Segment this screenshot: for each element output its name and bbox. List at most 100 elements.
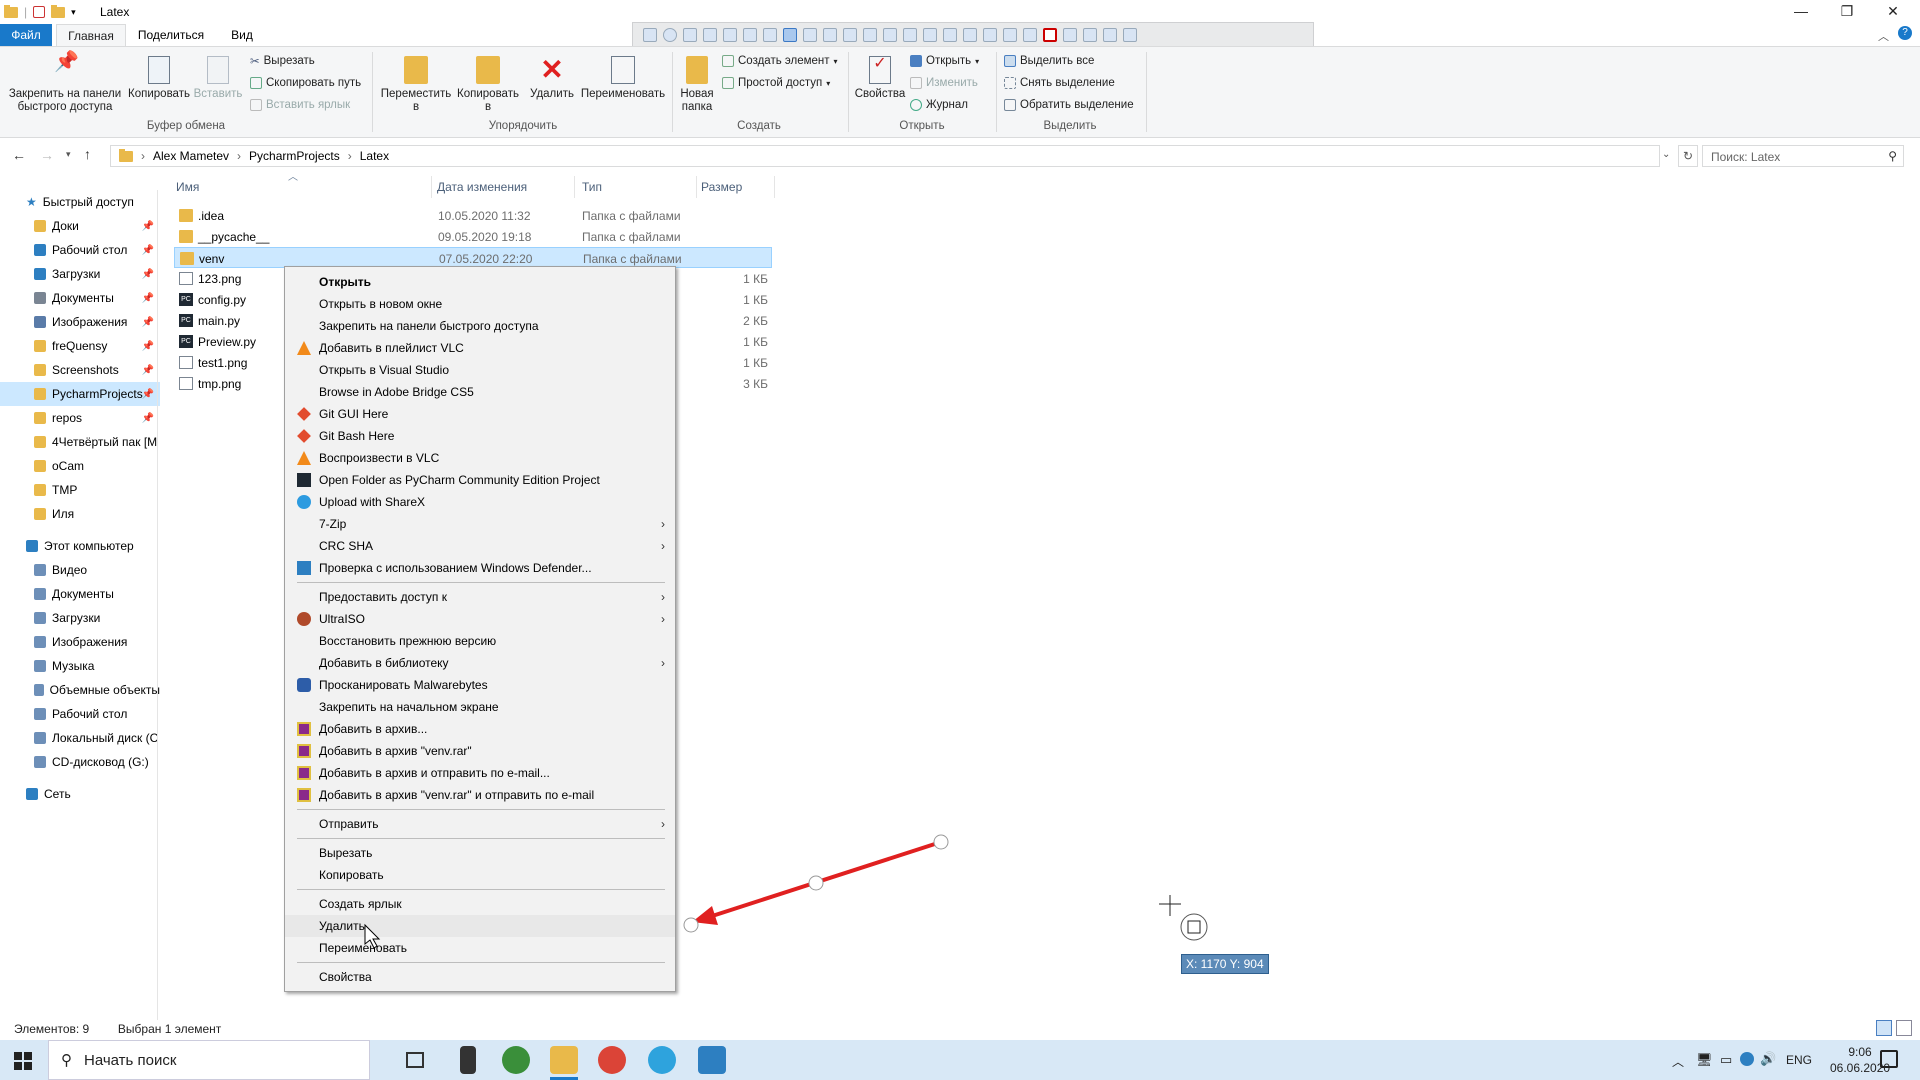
chrome-icon[interactable] (598, 1046, 626, 1074)
nav-item-recent[interactable]: 4Четвёртый пак [M (0, 430, 160, 454)
forward-icon[interactable]: → (40, 147, 54, 163)
options-icon[interactable] (1103, 28, 1117, 42)
menu-item[interactable]: Upload with ShareX (285, 491, 675, 513)
nav-network[interactable]: Сеть (0, 782, 160, 806)
properties-icon[interactable] (33, 6, 46, 18)
open-button[interactable]: Открыть ▾ (910, 52, 979, 70)
column-header-name[interactable]: Имя (176, 176, 426, 198)
paste-button[interactable]: Вставить (192, 56, 244, 101)
menu-item[interactable]: Добавить в библиотеку › (285, 652, 675, 674)
tab-file[interactable]: Файл (0, 24, 52, 46)
highlight-icon[interactable] (1023, 28, 1037, 42)
menu-item[interactable]: Добавить в архив "venv.rar" и отправить … (285, 784, 675, 806)
menu-item[interactable]: Закрепить на панели быстрого доступа (285, 315, 675, 337)
new-folder-icon[interactable] (51, 4, 66, 18)
tab-share[interactable]: Поделиться (130, 24, 212, 46)
pixelate-icon[interactable] (1003, 28, 1017, 42)
menu-item[interactable]: Просканировать Malwarebytes (285, 674, 675, 696)
shape-icon[interactable] (723, 28, 737, 42)
nav-item-pinned[interactable]: freQuensy 📌 (0, 334, 160, 358)
settings-icon[interactable] (1123, 28, 1137, 42)
menu-item[interactable]: Открыть (285, 271, 675, 293)
tab-view[interactable]: Вид (218, 24, 266, 46)
column-divider[interactable] (696, 176, 697, 198)
rectangle-tool-icon[interactable] (643, 28, 657, 42)
easy-access-button[interactable]: Простой доступ ▾ (722, 74, 830, 92)
menu-item[interactable]: UltraISO › (285, 608, 675, 630)
search-input[interactable]: Поиск: Latex ⚲ (1702, 145, 1904, 167)
menu-item[interactable]: Отправить › (285, 813, 675, 835)
file-explorer-icon[interactable] (550, 1046, 578, 1074)
border-color-icon[interactable] (1043, 28, 1057, 42)
breadcrumb-pycharm[interactable]: PycharmProjects (249, 149, 340, 163)
blur-icon[interactable] (983, 28, 997, 42)
nav-item-pinned[interactable]: Screenshots 📌 (0, 358, 160, 382)
move-to-button[interactable]: Переместить в (378, 56, 454, 114)
menu-item[interactable]: Browse in Adobe Bridge CS5 (285, 381, 675, 403)
menu-item[interactable]: Восстановить прежнюю версию (285, 630, 675, 652)
nav-item-pinned[interactable]: Загрузки 📌 (0, 262, 160, 286)
close-button[interactable]: ✕ (1870, 0, 1916, 24)
nav-item-pinned[interactable]: Рабочий стол 📌 (0, 238, 160, 262)
phone-app-icon[interactable] (460, 1046, 476, 1074)
nav-item-pc[interactable]: Локальный диск (C (0, 726, 160, 750)
telegram-icon[interactable] (648, 1046, 676, 1074)
delete-button[interactable]: ✕ Удалить (524, 56, 580, 101)
help-icon[interactable]: ? (1898, 26, 1912, 40)
nav-item-pc[interactable]: Музыка (0, 654, 160, 678)
address-dropdown-icon[interactable]: ⌄ (1662, 149, 1670, 160)
menu-item[interactable]: Переименовать (285, 937, 675, 959)
menu-item[interactable]: Добавить в архив "venv.rar" (285, 740, 675, 762)
pin-quick-access-button[interactable]: 📌 Закрепить на панели быстрого доступа (6, 52, 124, 114)
nav-item-pc[interactable]: Изображения (0, 630, 160, 654)
invert-selection-button[interactable]: Обратить выделение (1004, 96, 1134, 114)
fill-color-icon[interactable] (1063, 28, 1077, 42)
menu-item[interactable]: Добавить в плейлист VLC (285, 337, 675, 359)
copy-to-button[interactable]: Копировать в (454, 56, 522, 114)
breadcrumb-user[interactable]: Alex Mametev (153, 149, 229, 163)
menu-item[interactable]: Добавить в архив... (285, 718, 675, 740)
paste-shortcut-button[interactable]: Вставить ярлык (250, 96, 350, 114)
properties-button[interactable]: ✓ Свойства (852, 56, 908, 101)
column-header-size[interactable]: Размер (701, 176, 771, 198)
select-icon[interactable] (703, 28, 717, 42)
new-folder-button[interactable]: Новая папка (676, 56, 718, 114)
nav-item-recent[interactable]: oCam (0, 454, 160, 478)
nav-item-pinned[interactable]: Документы 📌 (0, 286, 160, 310)
tab-home[interactable]: Главная (56, 24, 126, 46)
tools-icon[interactable] (1083, 28, 1097, 42)
network-icon[interactable]: 🖥 (1696, 1052, 1713, 1068)
navigation-pane-scrollbar[interactable] (157, 190, 158, 1020)
menu-item[interactable]: Open Folder as PyCharm Community Edition… (285, 469, 675, 491)
menu-item[interactable]: Свойства (285, 966, 675, 988)
breadcrumb-latex[interactable]: Latex (360, 149, 389, 163)
browser-app-icon[interactable] (502, 1046, 530, 1074)
text-icon[interactable] (803, 28, 817, 42)
menu-item[interactable]: Добавить в архив и отправить по e-mail..… (285, 762, 675, 784)
up-icon[interactable]: ↑ (84, 146, 91, 162)
details-view-icon[interactable] (1876, 1020, 1892, 1036)
collapse-ribbon-icon[interactable]: ︿ (1878, 28, 1889, 44)
new-item-button[interactable]: Создать элемент ▾ (722, 52, 838, 70)
select-all-button[interactable]: Выделить все (1004, 52, 1094, 70)
arrow-handle-mid[interactable] (808, 875, 824, 891)
copy-button[interactable]: Копировать (126, 56, 192, 101)
nav-item-pc[interactable]: CD-дисковод (G:) (0, 750, 160, 774)
file-row[interactable]: venv 07.05.2020 22:20 Папка с файлами (174, 247, 772, 268)
menu-item[interactable]: 7-Zip › (285, 513, 675, 535)
nav-item-pc[interactable]: Рабочий стол (0, 702, 160, 726)
nav-item-recent[interactable]: TMP (0, 478, 160, 502)
speech-balloon-icon[interactable] (843, 28, 857, 42)
counter-icon[interactable] (863, 28, 877, 42)
history-button[interactable]: Журнал (910, 96, 968, 114)
back-icon[interactable]: ← (12, 147, 26, 163)
column-divider[interactable] (774, 176, 775, 198)
menu-item[interactable]: Открыть в Visual Studio (285, 359, 675, 381)
ellipse-tool-icon[interactable] (663, 28, 677, 42)
minimize-button[interactable]: — (1778, 0, 1824, 24)
magnify-icon[interactable] (883, 28, 897, 42)
menu-item[interactable]: Открыть в новом окне (285, 293, 675, 315)
nav-item-pc[interactable]: Загрузки (0, 606, 160, 630)
windows-start-icon[interactable] (14, 1052, 32, 1070)
select-none-button[interactable]: Снять выделение (1004, 74, 1115, 92)
